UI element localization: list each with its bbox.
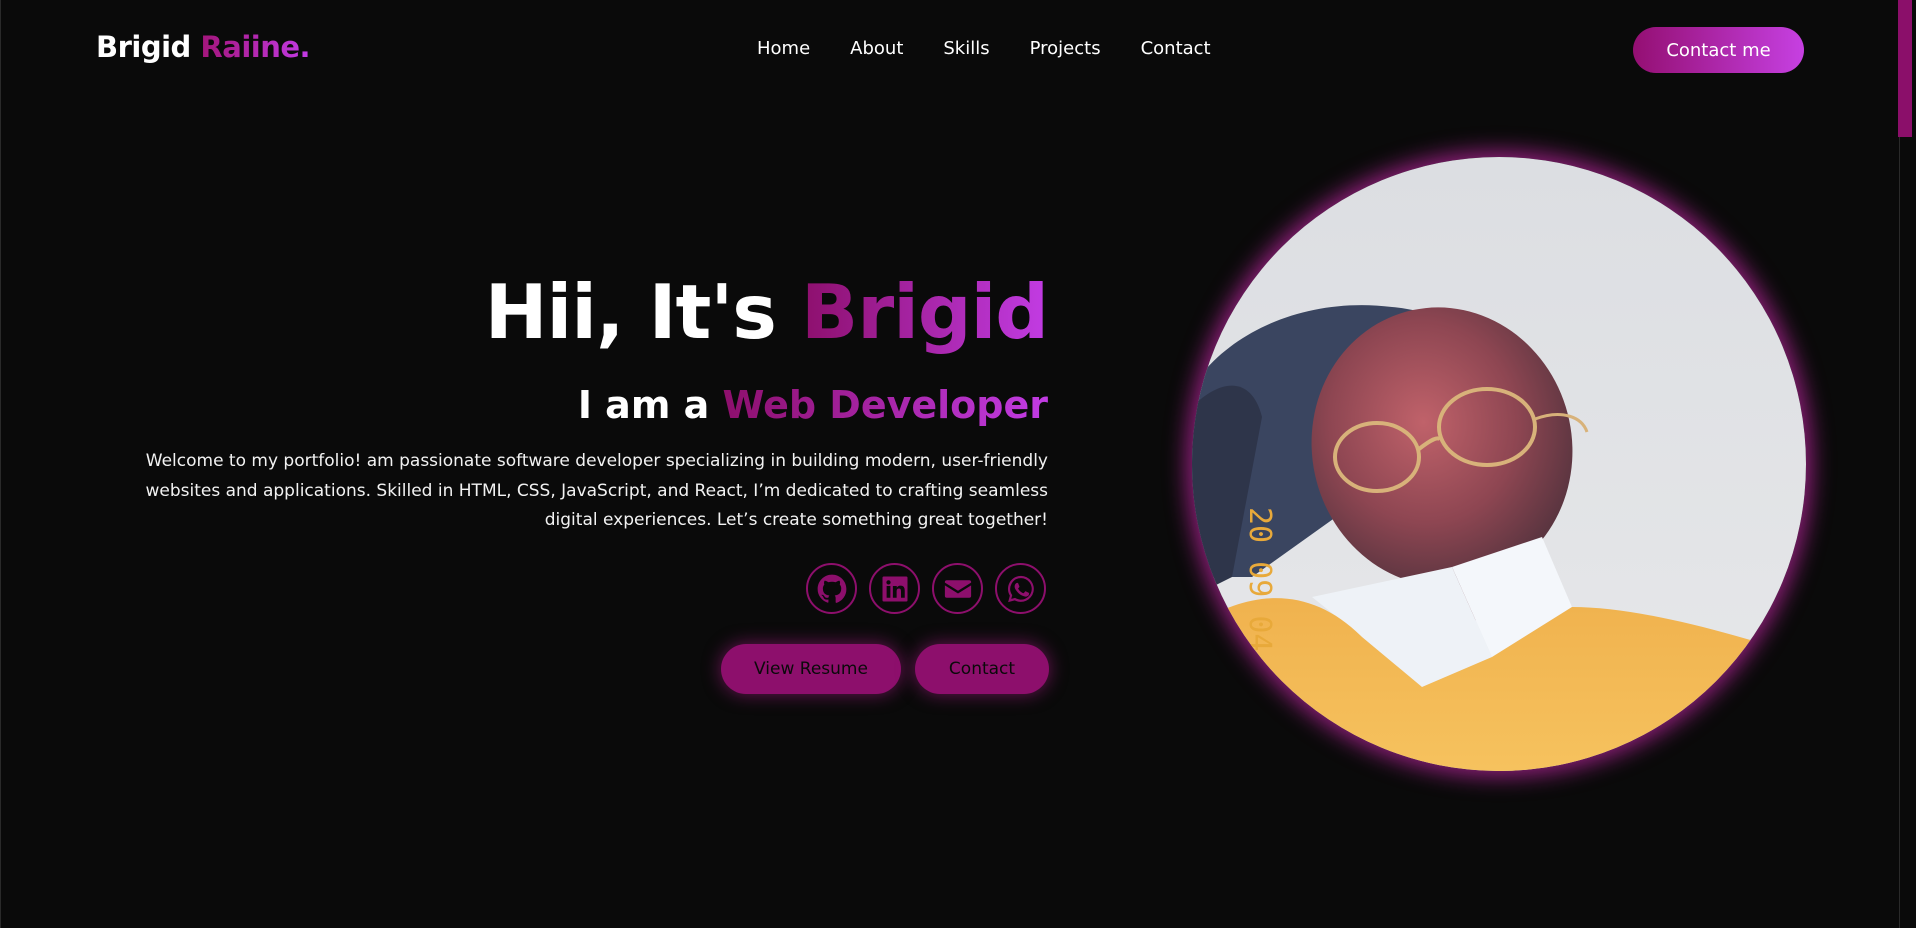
- hero-actions: View Resume Contact: [721, 644, 1049, 694]
- hero-title: Hii, It's Brigid: [484, 268, 1049, 356]
- main-nav: Home About Skills Projects Contact: [757, 38, 1211, 59]
- email-icon: [944, 579, 971, 598]
- contact-me-button[interactable]: Contact me: [1633, 27, 1804, 73]
- photo-timestamp: 20 09 04: [1242, 507, 1277, 652]
- social-links: [806, 563, 1046, 614]
- linkedin-icon: [882, 576, 907, 601]
- logo[interactable]: Brigid Raiine.: [96, 30, 311, 64]
- hero-title-name: Brigid: [801, 268, 1049, 356]
- contact-button[interactable]: Contact: [915, 644, 1049, 694]
- profile-photo-image: 20 09 04: [1192, 157, 1806, 771]
- whatsapp-link[interactable]: [995, 563, 1046, 614]
- nav-contact[interactable]: Contact: [1141, 38, 1211, 59]
- nav-skills[interactable]: Skills: [943, 38, 989, 59]
- hero-title-prefix: Hii, It's: [484, 268, 802, 356]
- hero-subtitle: I am a Web Developer: [578, 383, 1048, 427]
- github-icon: [817, 574, 846, 603]
- email-link[interactable]: [932, 563, 983, 614]
- hero-subtitle-role: Web Developer: [722, 383, 1048, 427]
- profile-photo: 20 09 04: [1192, 157, 1806, 771]
- scrollbar-thumb[interactable]: [1898, 0, 1912, 137]
- nav-projects[interactable]: Projects: [1030, 38, 1101, 59]
- scrollbar-track[interactable]: [1900, 0, 1916, 928]
- hero-description: Welcome to my portfolio! am passionate s…: [145, 451, 1048, 530]
- whatsapp-icon: [1007, 575, 1034, 602]
- logo-first: Brigid: [96, 30, 191, 64]
- nav-home[interactable]: Home: [757, 38, 810, 59]
- github-link[interactable]: [806, 563, 857, 614]
- nav-about[interactable]: About: [850, 38, 903, 59]
- hero-subtitle-prefix: I am a: [577, 383, 723, 427]
- linkedin-link[interactable]: [869, 563, 920, 614]
- view-resume-button[interactable]: View Resume: [721, 644, 901, 694]
- logo-second: Raiine.: [200, 30, 311, 64]
